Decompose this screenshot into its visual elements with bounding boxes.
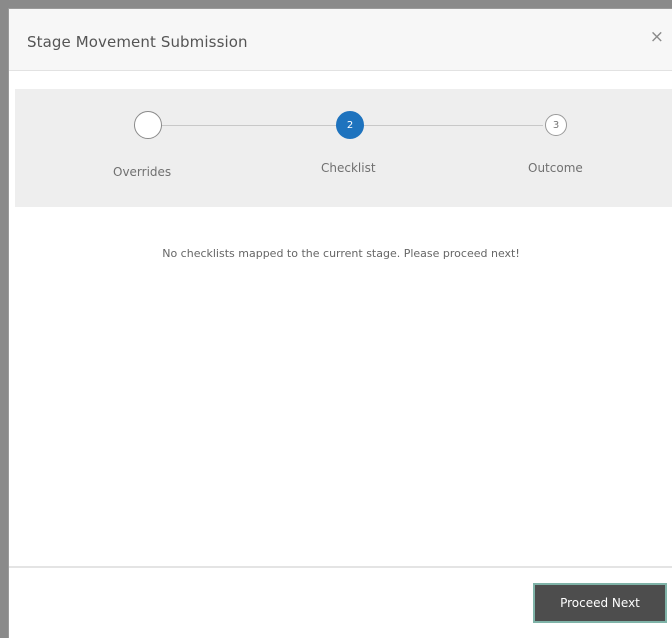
step-overrides-label: Overrides [113,165,172,179]
step-overrides-circle[interactable] [134,111,162,139]
step-outcome-number: 3 [552,119,560,131]
stage-movement-dialog: Stage Movement Submission × Overrides 2 … [8,8,672,638]
step-checklist-circle[interactable]: 2 [336,111,364,139]
step-connector-2 [364,125,543,126]
empty-checklist-message: No checklists mapped to the current stag… [162,247,520,260]
step-checklist-number: 2 [346,119,354,131]
stepper: Overrides 2 Checklist 3 Outcome [15,89,672,207]
step-outcome-label: Outcome [528,161,583,175]
step-outcome-circle[interactable]: 3 [545,114,567,136]
close-icon[interactable]: × [650,29,664,46]
proceed-next-button[interactable]: Proceed Next [533,583,667,623]
dialog-header: Stage Movement Submission × [9,9,672,71]
footer-divider [9,566,672,568]
step-checklist-label: Checklist [321,161,376,175]
dialog-title: Stage Movement Submission [27,33,248,51]
step-connector-1 [162,125,336,126]
